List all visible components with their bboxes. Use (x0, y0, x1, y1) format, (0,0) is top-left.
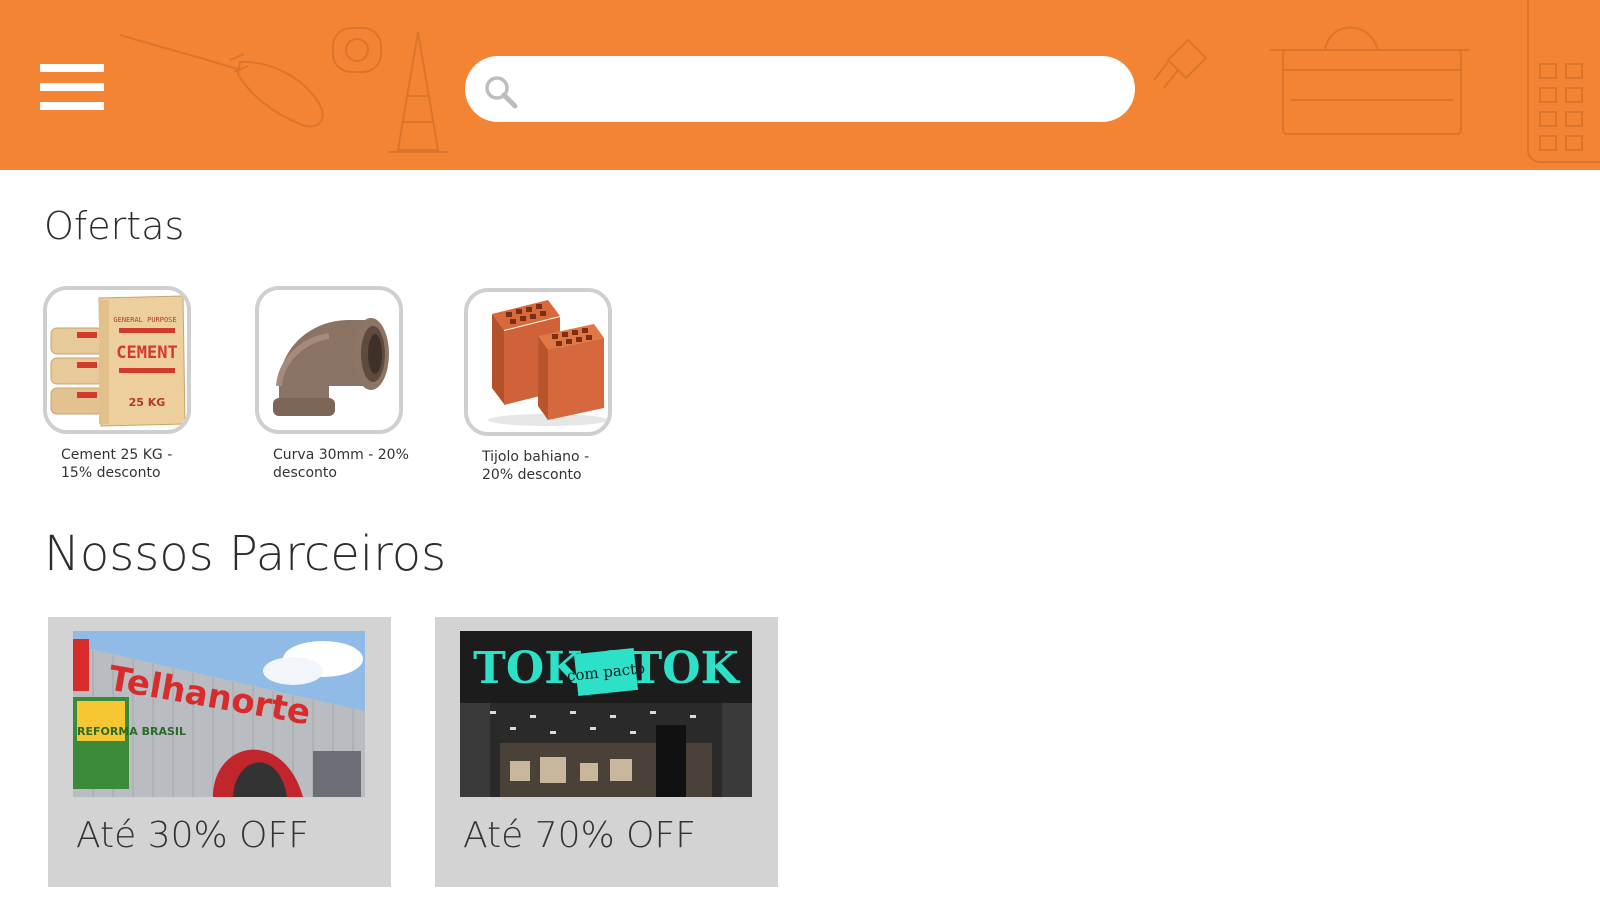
svg-text:25 KG: 25 KG (129, 396, 166, 409)
search-input[interactable] (535, 66, 1109, 114)
search-bar[interactable] (465, 56, 1135, 122)
brick-image (464, 288, 612, 436)
search-icon (485, 76, 518, 109)
top-header (0, 0, 1600, 170)
offers-section-title: Ofertas (44, 204, 185, 248)
tokstok-store-image: TOK STOK com pacto (460, 631, 752, 797)
partner-offer-text: Até 70% OFF (463, 815, 696, 856)
hamburger-menu-icon[interactable] (40, 64, 104, 110)
svg-text:REFORMA BRASIL: REFORMA BRASIL (77, 725, 186, 738)
pipe-elbow-image (255, 286, 403, 434)
svg-text:CEMENT: CEMENT (116, 343, 177, 363)
cement-bag-image: GENERAL PURPOSE CEMENT 25 KG (43, 286, 191, 434)
partners-section-title: Nossos Parceiros (44, 526, 447, 582)
partner-offer-text: Até 30% OFF (76, 815, 309, 856)
offer-card-cement[interactable]: GENERAL PURPOSE CEMENT 25 KG Cement 25 K… (43, 286, 203, 482)
offer-caption: Cement 25 KG - 15% desconto (61, 447, 173, 481)
offer-card-tijolo[interactable]: Tijolo bahiano - 20% desconto (464, 288, 624, 484)
offer-card-curva[interactable]: Curva 30mm - 20% desconto (255, 286, 415, 482)
partner-card-tokstok[interactable]: TOK STOK com pacto Até 70% OFF (435, 617, 778, 887)
partner-card-telhanorte[interactable]: Telhanorte REFORMA BRASIL Até 30% OFF (48, 617, 391, 887)
offer-caption: Curva 30mm - 20% desconto (273, 447, 409, 481)
svg-text:GENERAL PURPOSE: GENERAL PURPOSE (113, 316, 176, 324)
offer-caption: Tijolo bahiano - 20% desconto (482, 449, 590, 483)
telhanorte-store-image: Telhanorte REFORMA BRASIL (73, 631, 365, 797)
